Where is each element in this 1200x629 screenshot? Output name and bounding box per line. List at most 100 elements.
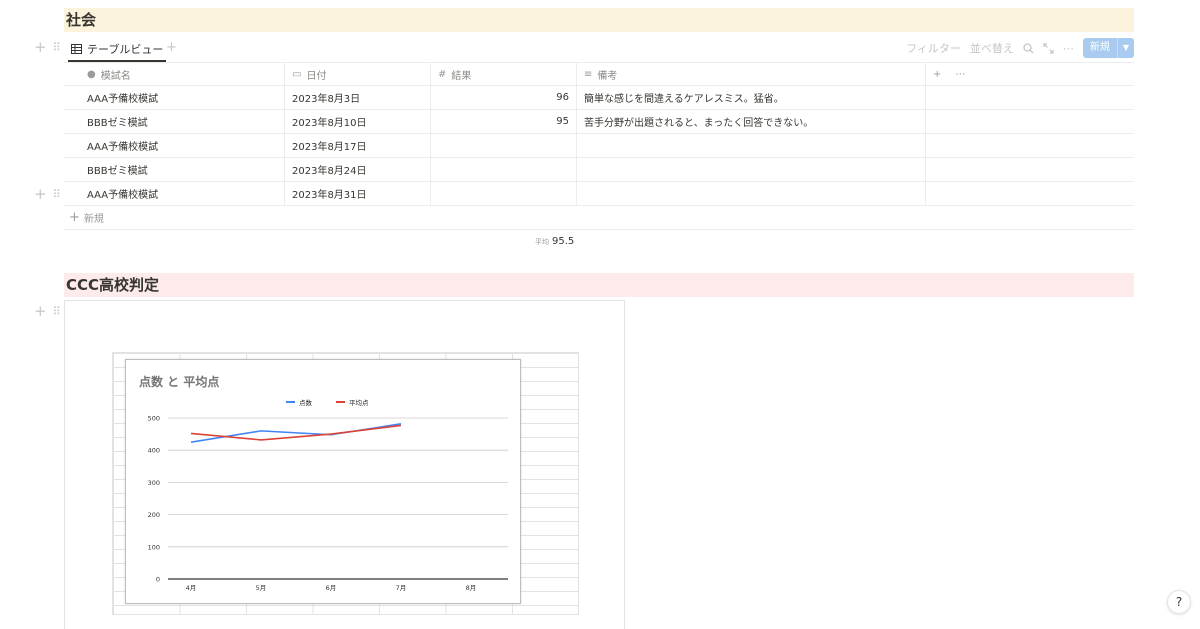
chart-svg: 点数 と 平均点点数 平均点 0 100 200 300 400 500 4月 5月 6月 7月 8月 xyxy=(139,374,508,592)
row-handle[interactable]: + ⠿ xyxy=(34,187,61,202)
drag-handle-icon[interactable]: ⠿ xyxy=(53,305,61,318)
section-title: 社会 xyxy=(66,11,97,29)
number-icon: # xyxy=(438,68,447,80)
series-line xyxy=(190,423,402,443)
cell-result[interactable] xyxy=(431,182,577,205)
filter-button[interactable]: フィルター xyxy=(906,40,961,56)
cell-name[interactable]: AAA予備校模試 xyxy=(64,182,285,205)
y-tick-label: 200 xyxy=(148,511,160,519)
column-header-name[interactable]: ● 模試名 xyxy=(64,63,285,85)
chevron-down-icon[interactable]: ▼ xyxy=(1116,38,1134,58)
cell-note[interactable]: 簡単な感じを間違えるケアレスミス。猛省。 xyxy=(577,86,926,109)
add-row-button[interactable]: + 新規 xyxy=(64,206,1134,230)
cell-date[interactable]: 2023年8月10日 xyxy=(285,110,431,133)
y-tick-label: 100 xyxy=(148,543,160,551)
cell-date[interactable]: 2023年8月17日 xyxy=(285,134,431,157)
x-tick-label: 5月 xyxy=(256,584,267,592)
cell-result[interactable] xyxy=(431,134,577,157)
drag-handle-icon[interactable]: ⠿ xyxy=(53,188,61,201)
x-tick-label: 8月 xyxy=(466,584,477,592)
y-tick-label: 400 xyxy=(148,447,160,455)
table-row[interactable]: BBBゼミ模試 2023年8月24日 xyxy=(64,158,1134,182)
cell-date[interactable]: 2023年8月3日 xyxy=(285,86,431,109)
column-header-actions: + ⋯ xyxy=(926,63,1134,85)
add-column-icon[interactable]: + xyxy=(933,69,941,80)
column-header-result[interactable]: # 結果 xyxy=(431,63,577,85)
cell-empty xyxy=(926,134,1134,157)
cell-result[interactable]: 95 xyxy=(431,110,577,133)
average-label: 平均 xyxy=(535,238,549,246)
cell-empty xyxy=(926,182,1134,205)
table-header-row: ● 模試名 ▭ 日付 # 結果 ≡ 備考 + ⋯ xyxy=(64,62,1134,86)
add-block-icon[interactable]: + xyxy=(34,40,47,55)
tab-label: テーブルビュー xyxy=(87,42,164,56)
legend-label: 点数 xyxy=(299,398,313,407)
x-tick-label: 6月 xyxy=(326,584,337,592)
more-options-icon[interactable]: ⋯ xyxy=(955,69,965,80)
text-icon: ≡ xyxy=(584,68,593,80)
drag-handle-icon[interactable]: ⠿ xyxy=(53,41,61,54)
title-icon: ● xyxy=(87,68,96,80)
cell-name[interactable]: AAA予備校模試 xyxy=(64,134,285,157)
column-label: 日付 xyxy=(306,70,327,82)
add-block-icon[interactable]: + xyxy=(34,187,47,202)
cell-note[interactable]: 苦手分野が出題されると、まったく回答できない。 xyxy=(577,110,926,133)
add-row-label: 新規 xyxy=(83,214,104,225)
cell-name[interactable]: BBBゼミ模試 xyxy=(64,158,285,181)
calendar-icon: ▭ xyxy=(292,68,302,80)
y-tick-label: 500 xyxy=(148,415,160,423)
cell-date[interactable]: 2023年8月24日 xyxy=(285,158,431,181)
cell-empty xyxy=(926,158,1134,181)
cell-name[interactable]: AAA予備校模試 xyxy=(64,86,285,109)
block-handle[interactable]: + ⠿ xyxy=(34,40,61,55)
y-tick-label: 0 xyxy=(156,576,160,584)
add-view-icon[interactable]: + xyxy=(166,40,177,55)
chart-title: 点数 と 平均点 xyxy=(139,374,219,389)
average-value: 95.5 xyxy=(552,236,575,247)
database-toolbar: フィルター 並べ替え ⋯ 新規 ▼ xyxy=(906,38,1134,58)
new-button[interactable]: 新規 ▼ xyxy=(1082,38,1134,58)
cell-result[interactable] xyxy=(431,158,577,181)
x-tick-label: 4月 xyxy=(186,584,197,592)
cell-note[interactable] xyxy=(577,134,926,157)
plus-icon: + xyxy=(69,210,80,225)
column-header-date[interactable]: ▭ 日付 xyxy=(285,63,431,85)
cell-date[interactable]: 2023年8月31日 xyxy=(285,182,431,205)
cell-note[interactable] xyxy=(577,158,926,181)
tab-table-view[interactable]: テーブルビュー xyxy=(68,37,167,62)
section-heading-shakai[interactable]: 社会 xyxy=(64,8,1134,32)
column-label: 備考 xyxy=(597,70,618,82)
table-icon xyxy=(71,43,82,54)
search-icon[interactable] xyxy=(1023,42,1034,54)
average-calculation[interactable]: 平均 95.5 xyxy=(535,236,574,247)
database-view-bar: テーブルビュー + フィルター 並べ替え ⋯ 新規 ▼ xyxy=(64,37,1134,63)
section-title: CCC高校判定 xyxy=(66,276,160,294)
block-handle[interactable]: + ⠿ xyxy=(34,304,61,319)
column-label: 模試名 xyxy=(100,70,131,82)
embedded-spreadsheet[interactable]: 点数 と 平均点点数 平均点 0 100 200 300 400 500 4月 5月 6月 7月 8月 xyxy=(64,300,625,629)
new-button-label: 新規 xyxy=(1089,42,1110,53)
x-tick-label: 7月 xyxy=(396,584,407,592)
section-heading-ccc[interactable]: CCC高校判定 xyxy=(64,273,1134,297)
database-table: ● 模試名 ▭ 日付 # 結果 ≡ 備考 + ⋯ AAA予備校模試 2023年8月3日 9… xyxy=(64,62,1134,230)
cell-empty xyxy=(926,110,1134,133)
table-row[interactable]: BBBゼミ模試 2023年8月10日 95 苦手分野が出題されると、まったく回答… xyxy=(64,110,1134,134)
cell-note[interactable] xyxy=(577,182,926,205)
legend-label: 平均点 xyxy=(349,398,369,407)
add-block-icon[interactable]: + xyxy=(34,304,47,319)
more-options-icon[interactable]: ⋯ xyxy=(1063,42,1074,55)
y-tick-label: 300 xyxy=(148,479,160,487)
help-label: ? xyxy=(1175,595,1183,609)
table-row[interactable]: AAA予備校模試 2023年8月3日 96 簡単な感じを間違えるケアレスミス。猛… xyxy=(64,86,1134,110)
column-label: 結果 xyxy=(451,70,472,82)
sort-button[interactable]: 並べ替え xyxy=(970,40,1014,56)
column-header-note[interactable]: ≡ 備考 xyxy=(577,63,926,85)
cell-name[interactable]: BBBゼミ模試 xyxy=(64,110,285,133)
cell-empty xyxy=(926,86,1134,109)
expand-icon[interactable] xyxy=(1043,42,1054,54)
help-button[interactable]: ? xyxy=(1167,590,1191,614)
cell-result[interactable]: 96 xyxy=(431,86,577,109)
table-row[interactable]: AAA予備校模試 2023年8月31日 xyxy=(64,182,1134,206)
table-row[interactable]: AAA予備校模試 2023年8月17日 xyxy=(64,134,1134,158)
line-chart: 点数 と 平均点点数 平均点 0 100 200 300 400 500 4月 5月 6月 7月 8月 xyxy=(125,359,521,604)
